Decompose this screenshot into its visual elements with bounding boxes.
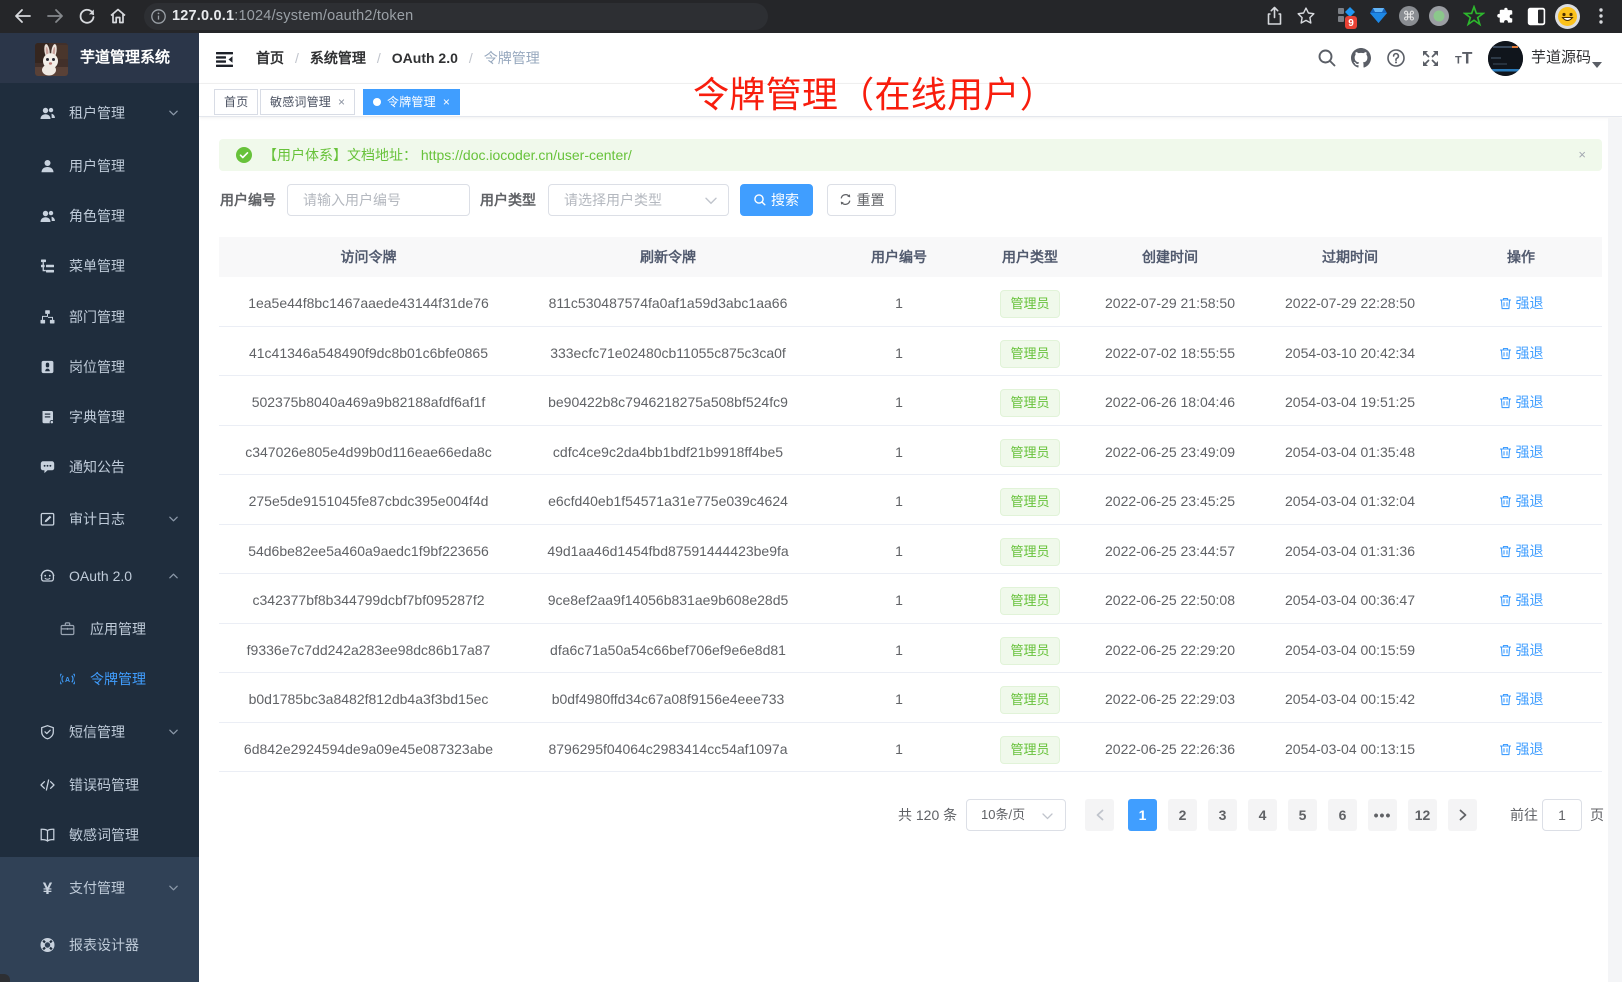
svg-text:T: T (1455, 55, 1462, 67)
svg-text:⌘: ⌘ (1403, 9, 1416, 24)
svg-text:¥: ¥ (43, 881, 53, 896)
svg-text:T: T (1462, 50, 1473, 66)
svg-text:9: 9 (1348, 18, 1354, 29)
svg-text:A: A (65, 677, 70, 684)
